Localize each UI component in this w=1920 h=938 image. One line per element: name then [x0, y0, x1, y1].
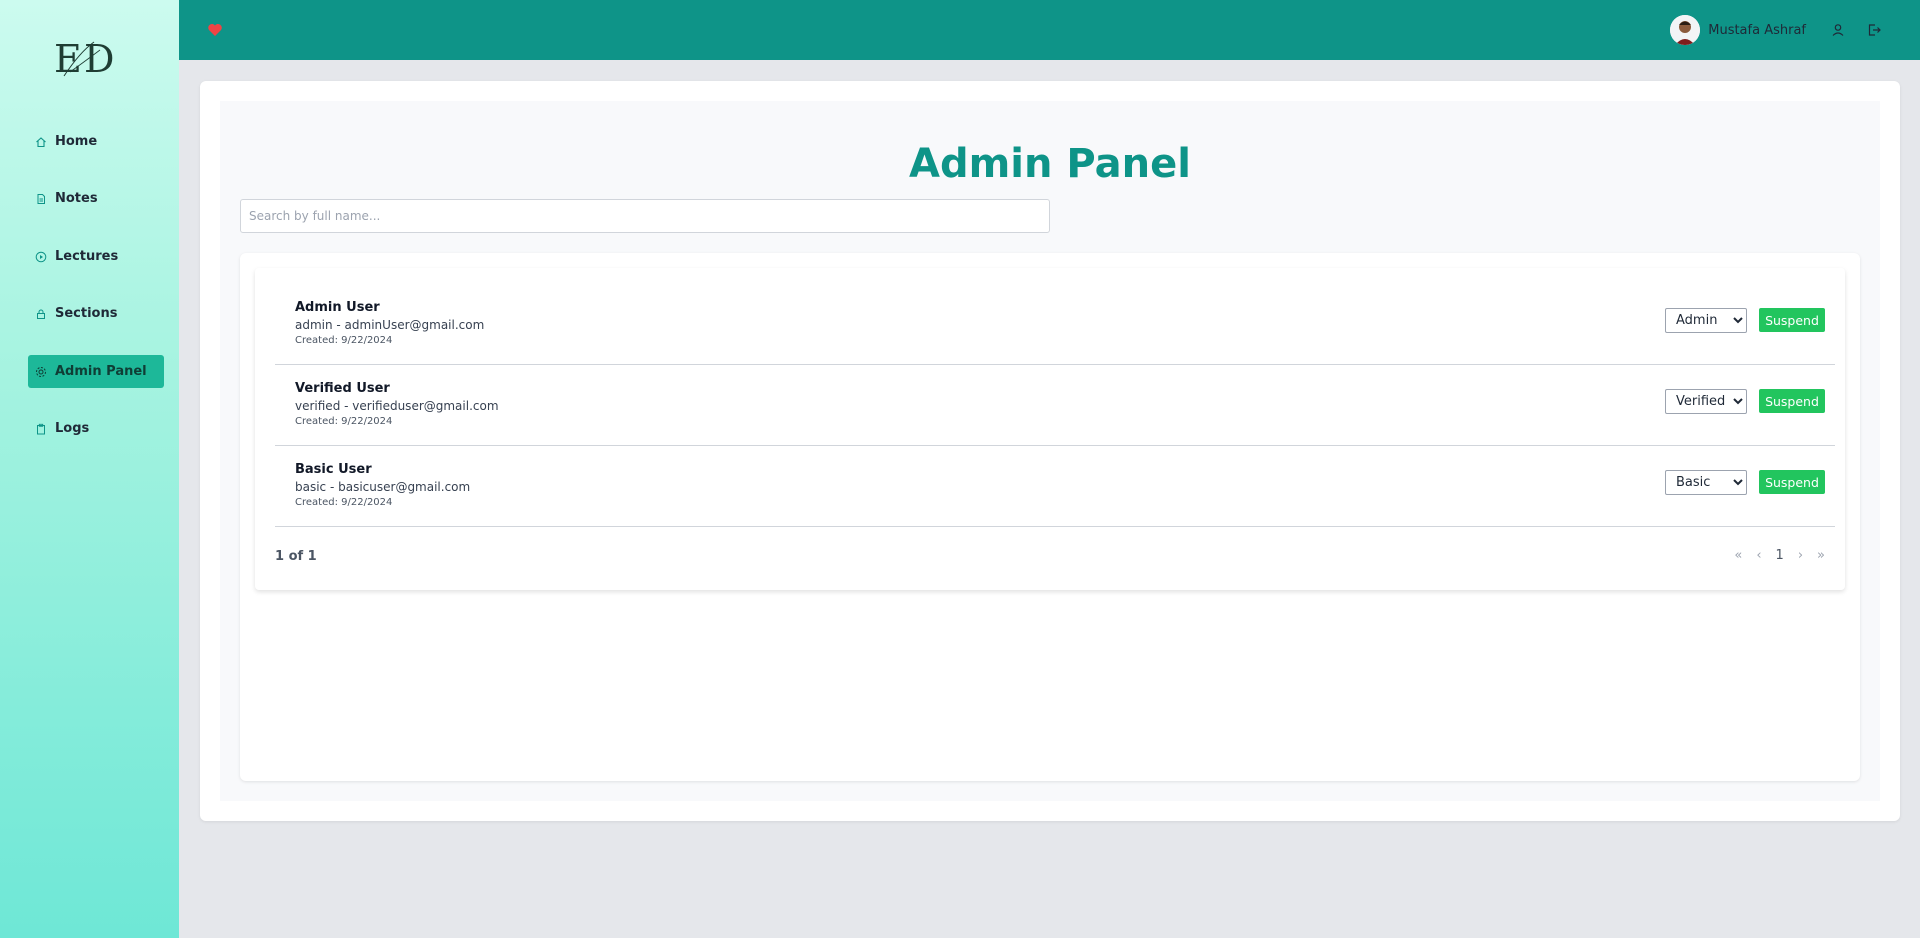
sidebar-item-lectures[interactable]: Lectures	[28, 240, 164, 273]
sidebar-item-label: Home	[55, 134, 98, 149]
top-bar: Mustafa Ashraf	[179, 0, 1920, 60]
clipboard-icon	[34, 422, 48, 436]
user-name: Mustafa Ashraf	[1708, 22, 1806, 38]
avatar[interactable]	[1670, 15, 1701, 45]
sidebar-item-label: Logs	[55, 421, 90, 436]
home-icon	[34, 135, 48, 149]
previous-page-button[interactable]: ‹	[1756, 548, 1761, 563]
user-row-admin: Admin User admin - adminUser@gmail.com C…	[275, 284, 1835, 365]
pagination-status: 1 of 1	[275, 549, 317, 564]
users-list: Admin User admin - adminUser@gmail.com C…	[255, 268, 1845, 590]
sidebar-item-label: Admin Panel	[55, 364, 147, 379]
user-area: Mustafa Ashraf	[1670, 14, 1892, 46]
user-created-date: Created: 9/22/2024	[295, 497, 393, 508]
sidebar-item-home[interactable]: Home	[28, 125, 164, 158]
last-page-button[interactable]: »	[1817, 548, 1825, 563]
gear-icon	[34, 365, 48, 379]
pagination: « ‹ 1 › »	[1720, 548, 1825, 563]
user-created-date: Created: 9/22/2024	[295, 335, 393, 346]
suspend-button[interactable]: Suspend	[1759, 308, 1825, 332]
sidebar-item-admin-panel[interactable]: Admin Panel	[28, 355, 164, 388]
sidebar-item-label: Lectures	[55, 249, 119, 264]
user-created-date: Created: 9/22/2024	[295, 416, 393, 427]
logout-icon[interactable]	[1866, 22, 1882, 38]
first-page-button[interactable]: «	[1734, 548, 1742, 563]
sidebar: E D Home Notes Lectures Sections Admin P…	[0, 0, 179, 938]
user-full-name: Basic User	[295, 462, 372, 477]
user-role-email: verified - verifieduser@gmail.com	[295, 399, 499, 413]
sidebar-item-label: Sections	[55, 306, 118, 321]
sidebar-item-label: Notes	[55, 191, 98, 206]
play-circle-icon	[34, 250, 48, 264]
users-card: Admin User admin - adminUser@gmail.com C…	[240, 253, 1860, 781]
file-icon	[34, 192, 48, 206]
user-row-basic: Basic User basic - basicuser@gmail.com C…	[275, 446, 1835, 527]
ed-logo-icon[interactable]: E D	[50, 32, 120, 84]
page-number-button[interactable]: 1	[1776, 548, 1784, 563]
user-row-verified: Verified User verified - verifieduser@gm…	[275, 365, 1835, 446]
sidebar-item-logs[interactable]: Logs	[28, 412, 164, 445]
lock-icon	[34, 307, 48, 321]
svg-text:E: E	[54, 37, 82, 81]
user-full-name: Verified User	[295, 381, 390, 396]
suspend-button[interactable]: Suspend	[1759, 470, 1825, 494]
admin-panel-container: Admin Panel Admin User admin - adminUser…	[220, 101, 1880, 801]
sidebar-item-notes[interactable]: Notes	[28, 182, 164, 215]
role-select[interactable]: Basic	[1665, 470, 1747, 495]
user-full-name: Admin User	[295, 300, 380, 315]
main-card: Admin Panel Admin User admin - adminUser…	[200, 81, 1900, 821]
page-title: Admin Panel	[909, 141, 1191, 187]
search-input[interactable]	[240, 199, 1050, 233]
user-role-email: admin - adminUser@gmail.com	[295, 318, 485, 332]
role-select[interactable]: Verified	[1665, 389, 1747, 414]
next-page-button[interactable]: ›	[1798, 548, 1803, 563]
user-profile-icon[interactable]	[1830, 22, 1846, 38]
user-role-email: basic - basicuser@gmail.com	[295, 480, 471, 494]
sidebar-item-sections[interactable]: Sections	[28, 297, 164, 330]
role-select[interactable]: Admin	[1665, 308, 1747, 333]
heart-icon[interactable]	[207, 22, 223, 38]
suspend-button[interactable]: Suspend	[1759, 389, 1825, 413]
